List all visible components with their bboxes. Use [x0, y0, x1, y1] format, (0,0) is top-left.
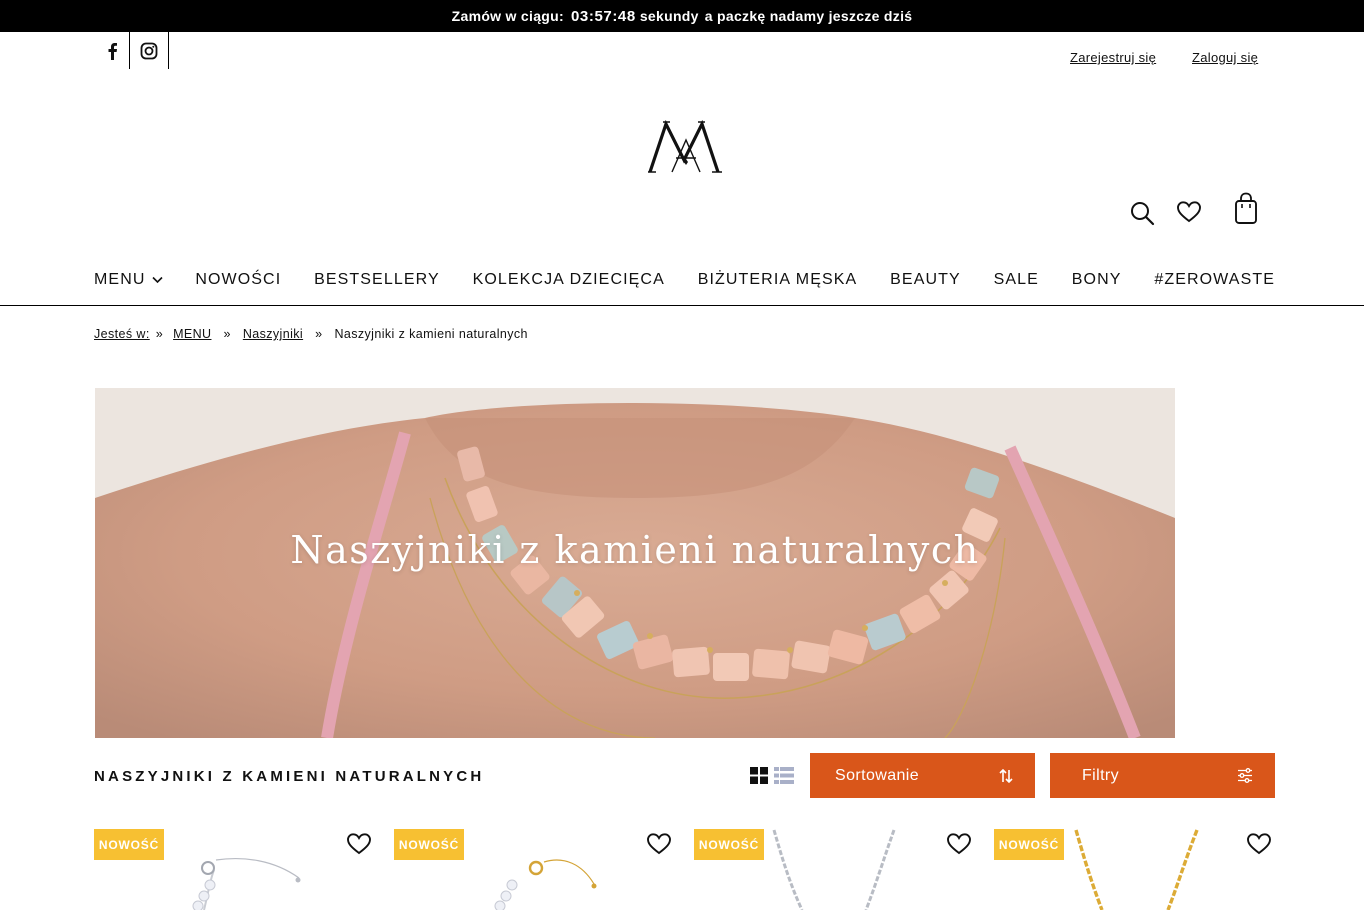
breadcrumb: Jesteś w: » MENU » Naszyjniki » Naszyjni… [94, 327, 528, 341]
product-card[interactable]: NOWOŚĆ [94, 828, 374, 910]
filter-sliders-icon [1238, 768, 1252, 783]
cart-bag-icon[interactable] [1234, 192, 1258, 231]
wishlist-heart-icon[interactable] [346, 832, 372, 861]
nav-item-zerowaste[interactable]: #ZEROWASTE [1154, 271, 1275, 289]
breadcrumb-separator: » [315, 327, 323, 341]
nav-item-bizuteria-meska[interactable]: BIŻUTERIA MĘSKA [698, 271, 858, 289]
wishlist-icon[interactable] [1176, 200, 1202, 229]
category-title: NASZYJNIKI Z KAMIENI NATURALNYCH [94, 768, 485, 785]
nav-item-label: BESTSELLERY [314, 271, 440, 288]
breadcrumb-link-menu[interactable]: MENU [173, 327, 211, 341]
register-link[interactable]: Zarejestruj się [1070, 50, 1156, 65]
product-card[interactable]: NOWOŚĆ [694, 828, 974, 910]
sort-button-label: Sortowanie [835, 766, 920, 784]
breadcrumb-prefix: Jesteś w: [94, 327, 150, 341]
breadcrumb-separator: » [155, 327, 164, 341]
nav-item-bestsellery[interactable]: BESTSELLERY [314, 271, 440, 289]
nav-item-nowosci[interactable]: NOWOŚCI [195, 271, 281, 289]
nav-item-bony[interactable]: BONY [1072, 271, 1122, 289]
login-link[interactable]: Zaloguj się [1192, 50, 1258, 65]
social-links [94, 32, 169, 69]
breadcrumb-current: Naszyjniki z kamieni naturalnych [334, 327, 528, 341]
facebook-icon[interactable] [94, 32, 130, 69]
nav-item-label: BEAUTY [890, 271, 961, 288]
wishlist-heart-icon[interactable] [646, 832, 672, 861]
filter-button[interactable]: Filtry [1050, 753, 1275, 798]
promo-unit: sekundy [639, 8, 699, 24]
nav-item-label: #ZEROWASTE [1154, 271, 1275, 288]
grid-view-icon[interactable] [750, 767, 768, 789]
brand-logo[interactable] [646, 116, 724, 174]
instagram-icon[interactable] [130, 32, 169, 69]
nav-item-menu[interactable]: MENU [94, 271, 163, 289]
nav-item-label: MENU [94, 271, 146, 288]
promo-text-after: a paczkę nadamy jeszcze dziś [704, 8, 913, 24]
search-icon[interactable] [1129, 200, 1155, 231]
main-nav: MENU NOWOŚCI BESTSELLERY KOLEKCJA DZIECI… [94, 268, 1275, 292]
nav-item-label: BIŻUTERIA MĘSKA [697, 271, 858, 288]
filter-button-label: Filtry [1082, 766, 1120, 784]
wishlist-heart-icon[interactable] [946, 832, 972, 861]
hero-title: Naszyjniki z kamieni naturalnych [290, 528, 980, 572]
breadcrumb-link-naszyjniki[interactable]: Naszyjniki [243, 327, 303, 341]
nav-divider [0, 305, 1364, 306]
new-badge: NOWOŚĆ [994, 829, 1064, 860]
nav-item-kolekcja-dziecieca[interactable]: KOLEKCJA DZIECIĘCA [473, 271, 665, 289]
new-badge: NOWOŚĆ [394, 829, 464, 860]
nav-item-label: BONY [1071, 271, 1122, 288]
chevron-down-icon [151, 276, 163, 284]
product-card[interactable]: NOWOŚĆ [394, 828, 674, 910]
breadcrumb-separator: » [223, 327, 231, 341]
list-view-icon[interactable] [774, 767, 794, 789]
nav-item-label: KOLEKCJA DZIECIĘCA [472, 271, 665, 288]
wishlist-heart-icon[interactable] [1246, 832, 1272, 861]
new-badge: NOWOŚĆ [94, 829, 164, 860]
nav-item-sale[interactable]: SALE [994, 271, 1039, 289]
nav-item-label: SALE [993, 271, 1039, 288]
nav-item-beauty[interactable]: BEAUTY [890, 271, 961, 289]
nav-item-label: NOWOŚCI [195, 271, 282, 288]
product-card[interactable]: NOWOŚĆ [994, 828, 1274, 910]
sort-arrows-icon [999, 768, 1013, 783]
promo-text-before: Zamów w ciągu: [451, 8, 564, 24]
promo-bar: Zamów w ciągu: 03:57:48 sekundy a paczkę… [0, 0, 1364, 32]
sort-button[interactable]: Sortowanie [810, 753, 1035, 798]
countdown-timer: 03:57:48 [570, 7, 636, 25]
new-badge: NOWOŚĆ [694, 829, 764, 860]
